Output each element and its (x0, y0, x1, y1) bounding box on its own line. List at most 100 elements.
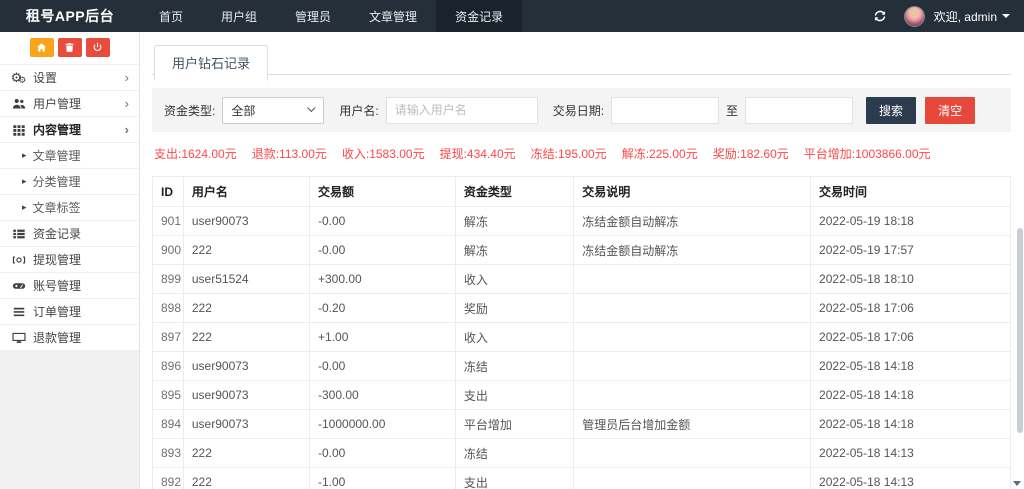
users-icon (11, 96, 26, 111)
sidebar-item-content-mgmt[interactable]: 内容管理› (0, 117, 139, 143)
welcome-dropdown[interactable]: 欢迎, admin (934, 8, 1010, 25)
table-cell: -0.00 (310, 439, 456, 468)
main-content: 用户钻石记录 资金类型: 全部 用户名: 交易日期: 至 搜索 清空 支出:16… (141, 32, 1024, 489)
table-cell (574, 381, 811, 410)
sidebar-item-label: 分类管理 (33, 173, 81, 190)
table-cell: -0.20 (310, 294, 456, 323)
table-header-cell: 交易说明 (574, 177, 811, 207)
table-cell: 222 (183, 294, 309, 323)
trash-icon (64, 42, 75, 53)
fund-type-select[interactable]: 全部 (222, 97, 324, 124)
table-cell (574, 352, 811, 381)
sidebar-item-article-tags[interactable]: ▸文章标签 (0, 195, 139, 221)
sidebar-item-order-mgmt[interactable]: 订单管理 (0, 299, 139, 325)
table-row: 892222-1.00支出2022-05-18 14:13 (153, 468, 1011, 489)
table-cell: 解冻 (455, 236, 573, 265)
scrollbar-down-arrow[interactable] (1013, 481, 1021, 486)
table-cell: 冻结金额自动解冻 (574, 207, 811, 236)
refresh-icon[interactable] (873, 9, 887, 23)
app-brand[interactable]: 租号APP后台 (0, 0, 140, 32)
username-label: 用户名: (339, 102, 378, 119)
sidebar-item-refund-mgmt[interactable]: 退款管理 (0, 325, 139, 351)
table-cell: 收入 (455, 265, 573, 294)
table-cell: 奖励 (455, 294, 573, 323)
sidebar-item-category-mgmt[interactable]: ▸ 分类管理 (0, 169, 139, 195)
account-icon (11, 278, 26, 293)
scrollbar-thumb[interactable] (1017, 228, 1023, 433)
table-header-cell: 交易额 (310, 177, 456, 207)
table-cell: 901 (153, 207, 184, 236)
fund-summary: 支出:1624.00元退款:113.00元收入:1583.00元提现:434.4… (154, 145, 1009, 162)
nav-admins[interactable]: 管理员 (276, 0, 350, 32)
bars-icon (11, 304, 26, 319)
user-avatar[interactable] (904, 6, 925, 27)
table-row: 893222-0.00冻结2022-05-18 14:13 (153, 439, 1011, 468)
table-header-cell: 用户名 (183, 177, 309, 207)
sidebar: ⚙⚙设置›用户管理›内容管理›▸文章管理 ▸ 分类管理 ▸文章标签资金记录提现管理账号… (0, 32, 140, 489)
power-button[interactable] (86, 38, 110, 57)
table-row: 900222-0.00解冻冻结金额自动解冻2022-05-19 17:57 (153, 236, 1011, 265)
sidebar-item-user-mgmt[interactable]: 用户管理› (0, 91, 139, 117)
table-cell (574, 323, 811, 352)
table-cell: 898 (153, 294, 184, 323)
tab-user-diamond-records[interactable]: 用户钻石记录 (154, 45, 268, 81)
sidebar-item-label: 订单管理 (33, 303, 81, 320)
chevron-down-icon (307, 104, 315, 112)
sidebar-item-withdraw-mgmt[interactable]: 提现管理 (0, 247, 139, 273)
table-cell: user90073 (183, 207, 309, 236)
nav-user-groups[interactable]: 用户组 (202, 0, 276, 32)
table-cell: 893 (153, 439, 184, 468)
trash-button[interactable] (58, 38, 82, 57)
table-cell: 冻结 (455, 439, 573, 468)
date-to-input[interactable] (745, 97, 853, 124)
table-row: 897222+1.00收入2022-05-18 17:06 (153, 323, 1011, 352)
table-cell: -1000000.00 (310, 410, 456, 439)
date-from-input[interactable] (611, 97, 719, 124)
table-cell: 冻结 (455, 352, 573, 381)
sidebar-item-article-mgmt[interactable]: ▸文章管理 (0, 143, 139, 169)
table-cell: 895 (153, 381, 184, 410)
username-input[interactable] (386, 97, 538, 124)
table-cell: 2022-05-19 18:18 (811, 207, 1011, 236)
summary-item: 冻结:195.00元 (531, 145, 607, 162)
table-cell: +1.00 (310, 323, 456, 352)
summary-item: 平台增加:1003866.00元 (804, 145, 931, 162)
table-header-cell: 资金类型 (455, 177, 573, 207)
clear-button[interactable]: 清空 (925, 97, 975, 124)
table-row: 901user90073-0.00解冻冻结金额自动解冻2022-05-19 18… (153, 207, 1011, 236)
sidebar-item-account-mgmt[interactable]: 账号管理 (0, 273, 139, 299)
money-icon (11, 252, 26, 267)
table-cell: 平台增加 (455, 410, 573, 439)
sidebar-item-label: 内容管理 (33, 121, 81, 138)
table-cell (574, 468, 811, 489)
top-navbar: 租号APP后台 首页用户组管理员文章管理资金记录 欢迎, admin (0, 0, 1024, 32)
table-cell: +300.00 (310, 265, 456, 294)
sidebar-item-settings[interactable]: ⚙⚙设置› (0, 65, 139, 91)
table-cell: 900 (153, 236, 184, 265)
table-cell: 2022-05-18 17:06 (811, 294, 1011, 323)
table-cell: 899 (153, 265, 184, 294)
sidebar-item-fund-records[interactable]: 资金记录 (0, 221, 139, 247)
table-cell: 冻结金额自动解冻 (574, 236, 811, 265)
summary-item: 奖励:182.60元 (713, 145, 789, 162)
table-cell: 2022-05-18 14:18 (811, 381, 1011, 410)
gears-icon: ⚙⚙ (11, 70, 26, 85)
welcome-text: 欢迎, admin (934, 8, 997, 25)
submenu-arrow-icon: ▸ (22, 176, 27, 187)
table-cell: 2022-05-18 14:18 (811, 352, 1011, 381)
table-cell: 894 (153, 410, 184, 439)
sidebar-item-label: 文章管理 (33, 147, 81, 164)
nav-home[interactable]: 首页 (140, 0, 202, 32)
table-row: 896user90073-0.00冻结2022-05-18 14:18 (153, 352, 1011, 381)
nav-articles[interactable]: 文章管理 (350, 0, 436, 32)
table-cell: 2022-05-18 14:13 (811, 439, 1011, 468)
summary-item: 退款:113.00元 (252, 145, 327, 162)
nav-fund-records[interactable]: 资金记录 (436, 0, 522, 32)
table-row: 899user51524+300.00收入2022-05-18 18:10 (153, 265, 1011, 294)
home-button[interactable] (30, 38, 54, 57)
sidebar-item-label: 文章标签 (33, 199, 81, 216)
filter-bar: 资金类型: 全部 用户名: 交易日期: 至 搜索 清空 (152, 88, 1011, 132)
fund-type-value: 全部 (231, 102, 255, 119)
search-button[interactable]: 搜索 (866, 97, 916, 124)
table-cell: -1.00 (310, 468, 456, 489)
